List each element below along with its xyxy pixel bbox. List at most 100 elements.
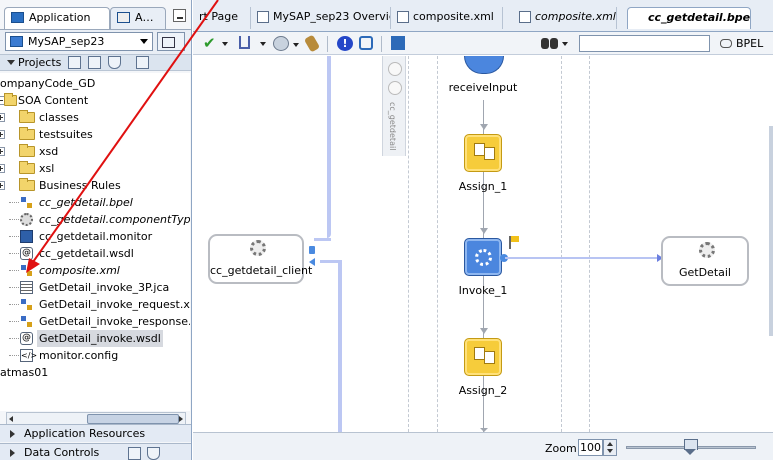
vertical-scrollbar[interactable] [769,126,773,336]
tree-item-monitor[interactable]: cc_getdetail.monitor [0,228,190,245]
tree-item-label: composite.xml [39,264,120,277]
sort-icon[interactable] [136,56,149,69]
assign-2-activity[interactable] [464,338,502,376]
application-selector[interactable]: MySAP_sep23 [5,32,153,51]
tree-item-testsuites[interactable]: testsuites [0,126,190,143]
refresh-icon[interactable] [359,36,373,50]
tree-item-label: xsd [39,145,59,158]
chevron-down-icon[interactable] [562,42,568,46]
expand-icon[interactable] [0,113,5,122]
receive-activity[interactable] [464,56,504,74]
lane-divider [561,56,562,432]
tree-connector [9,219,19,220]
tree-item-business-rules[interactable]: Business Rules [0,177,190,194]
invoke-1-activity[interactable] [464,238,502,276]
tree-item-label: cc_getdetail.bpel [39,196,133,209]
tree-item-wsdl[interactable]: @ cc_getdetail.wsdl [0,245,190,262]
tree-item-project-2[interactable]: atmas01 [0,364,190,381]
expand-icon[interactable] [0,181,5,190]
gear-icon [475,249,492,266]
tree-item-response-xsd[interactable]: GetDetail_invoke_response.xsd [0,313,190,330]
zoom-input[interactable]: 100 [578,439,603,456]
projects-header[interactable]: Projects [0,55,191,71]
partner-label: GetDetail [678,266,731,279]
chevron-down-icon [140,39,148,44]
bpel-design-canvas[interactable]: cc_getdetail receiveInput Assign_1 Invok… [193,56,773,432]
arrow-left-icon[interactable] [9,416,13,422]
accordion-data-controls[interactable]: Data Controls [0,443,191,460]
tab-composite-2[interactable]: composite.xml [515,7,617,29]
tree-connector [9,287,19,288]
application-navigator: Application A… MySAP_sep23 Projects ompa… [0,0,192,460]
tree-item-soa-content[interactable]: SOA Content [0,92,190,109]
expand-icon[interactable] [0,164,5,173]
tab-label: Application [29,11,91,24]
tree-item-project[interactable]: ompanyCode_GD [0,75,190,92]
tree-item-composite[interactable]: composite.xml [0,262,190,279]
tree-item-componenttype[interactable]: cc_getdetail.componentType [0,211,190,228]
composite-icon [397,11,409,23]
bpel-toolbar: ✔ ! BPEL [193,32,773,55]
folder-icon [19,178,35,191]
validate-button[interactable]: ✔ [203,36,228,51]
chevron-down-icon [222,42,228,46]
client-port[interactable] [309,246,315,254]
bpel-menu[interactable]: BPEL [718,35,773,52]
stop-button[interactable]: ! [337,36,353,51]
tree-item-label: atmas01 [0,366,49,379]
accordion-application-resources[interactable]: Application Resources [0,424,191,442]
partner-link-getdetail[interactable]: GetDetail [661,236,749,286]
tree-item-classes[interactable]: classes [0,109,190,126]
expand-icon[interactable] [0,147,5,156]
tree-item-xsd[interactable]: xsd [0,143,190,160]
tab-composite-1[interactable]: composite.xml [393,7,503,29]
refresh-icon[interactable] [88,56,101,69]
tree-connector [9,202,19,203]
partner-link-client[interactable]: cc_getdetail_client [208,234,312,284]
tree-connector [9,253,19,254]
filter-icon[interactable] [108,56,121,69]
zoom-label: Zoom: [545,442,581,455]
zoom-spinner[interactable] [603,439,617,456]
refresh-icon[interactable] [128,447,141,460]
tab-bpel[interactable]: cc_getdetail.bpel [627,7,751,29]
tab-overview[interactable]: MySAP_sep23 Overview [253,7,391,29]
arrowhead-icon [480,228,488,234]
folder-icon [19,127,35,140]
partner-link-line [327,56,331,238]
partner-link-line [320,260,338,263]
web-button[interactable] [273,36,299,51]
search-input[interactable] [579,35,710,52]
zoom-slider-thumb[interactable] [681,439,699,455]
search-icon[interactable] [68,56,81,69]
tab-start-page[interactable]: rt Page [193,7,251,29]
tree-item-bpel-file[interactable]: cc_getdetail.bpel [0,194,190,211]
tab-secondary[interactable]: A… [110,7,166,29]
application-menu-button[interactable] [157,32,185,51]
flag-icon [511,236,519,242]
scrollbar-thumb[interactable] [87,414,179,424]
minimize-button[interactable] [173,9,186,22]
pen-button[interactable] [303,34,321,53]
assign-2-label: Assign_2 [458,384,508,397]
tree-item-jca[interactable]: GetDetail_invoke_3P.jca [0,279,190,296]
assign-1-activity[interactable] [464,134,502,172]
bookmark-button[interactable] [239,36,266,49]
clock-icon [388,62,402,76]
filter-icon[interactable] [147,447,160,460]
gear-icon [250,240,266,256]
editor-tab-bar: rt Page MySAP_sep23 Overview composite.x… [193,0,773,32]
tree-item-request-xsd[interactable]: GetDetail_invoke_request.xsd [0,296,190,313]
tree-item-invoke-wsdl[interactable]: @ GetDetail_invoke.wsdl [0,330,190,347]
lane-divider [408,56,409,432]
projects-label: Projects [18,56,62,69]
collapse-icon [7,60,15,65]
tree-item-label: classes [39,111,79,124]
gear-icon [699,242,715,258]
deploy-button[interactable] [391,36,405,50]
tree-item-monitor-config[interactable]: </> monitor.config [0,347,190,364]
expand-icon[interactable] [0,130,5,139]
tab-application[interactable]: Application [4,7,110,29]
arrow-right-icon[interactable] [179,416,183,422]
tree-item-xsl[interactable]: xsl [0,160,190,177]
